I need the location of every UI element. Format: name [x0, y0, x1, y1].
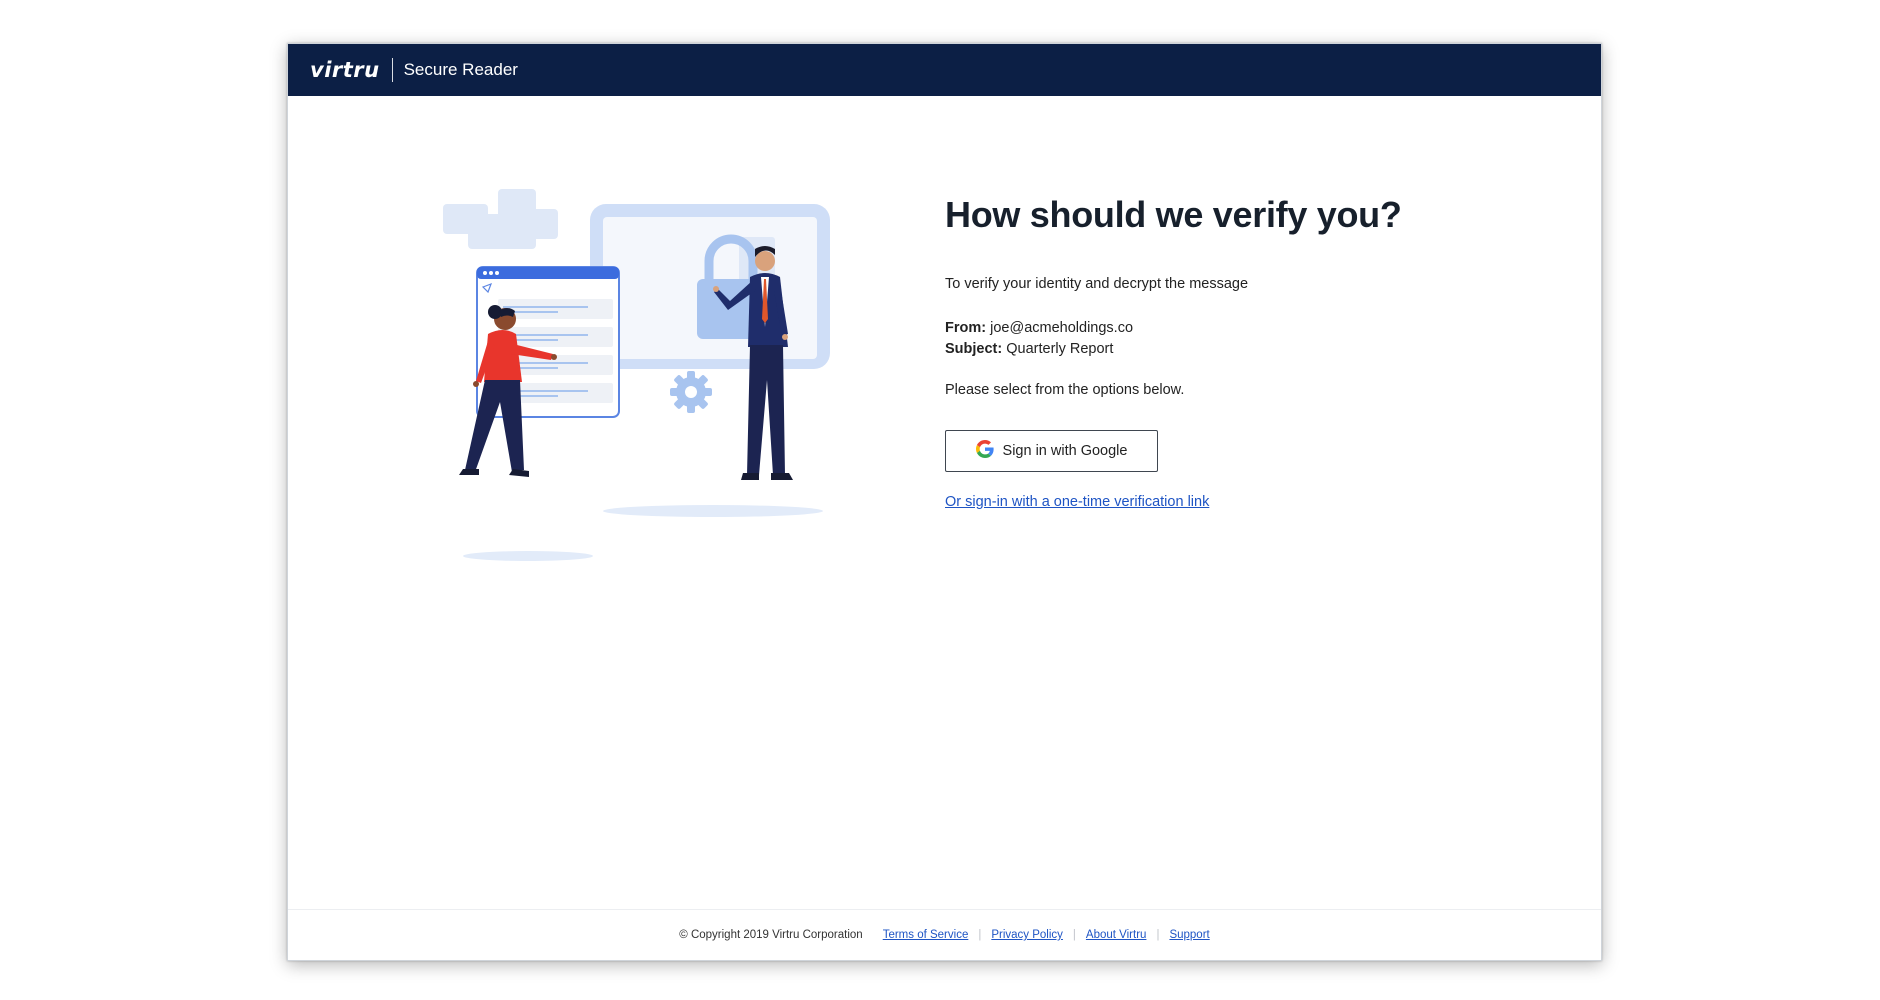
from-label: From:	[945, 320, 987, 336]
footer: © Copyright 2019 Virtru Corporation Term…	[288, 929, 1601, 941]
one-time-link[interactable]: Or sign-in with a one-time verification …	[945, 494, 1209, 510]
intro-text: To verify your identity and decrypt the …	[945, 276, 1249, 292]
virtru-logo[interactable]: virtru	[310, 58, 380, 82]
terms-of-service-link[interactable]: Terms of Service	[883, 929, 969, 941]
footer-divider	[288, 909, 1601, 910]
footer-separator: |	[1072, 929, 1076, 941]
footer-separator: |	[1156, 929, 1160, 941]
copyright-text: © Copyright 2019 Virtru Corporation	[679, 929, 863, 941]
about-virtru-link[interactable]: About Virtru	[1086, 929, 1147, 941]
page-title: How should we verify you?	[945, 194, 1402, 235]
google-g-icon	[975, 440, 994, 462]
subject-value: Quarterly Report	[1006, 341, 1114, 357]
product-name: Secure Reader	[403, 60, 518, 79]
sign-in-with-google-button[interactable]: Sign in with Google	[945, 430, 1158, 472]
browser-window: virtru Secure Reader How should we verif…	[287, 43, 1602, 961]
message-details: From: joe@acmeholdings.co Subject: Quart…	[945, 318, 1505, 360]
footer-separator: |	[978, 929, 982, 941]
support-link[interactable]: Support	[1169, 929, 1209, 941]
privacy-policy-link[interactable]: Privacy Policy	[991, 929, 1063, 941]
from-row: From: joe@acmeholdings.co	[945, 318, 1505, 339]
from-value: joe@acmeholdings.co	[990, 320, 1134, 336]
brand-divider	[391, 58, 393, 82]
subject-row: Subject: Quarterly Report	[945, 339, 1505, 360]
subject-label: Subject:	[945, 341, 1003, 357]
top-navigation-bar: virtru Secure Reader	[288, 44, 1601, 96]
google-button-label: Sign in with Google	[1002, 443, 1128, 459]
verification-panel: How should we verify you? To verify your…	[945, 194, 1505, 511]
verification-illustration	[443, 169, 883, 569]
instruction-text: Please select from the options below.	[945, 382, 1185, 398]
